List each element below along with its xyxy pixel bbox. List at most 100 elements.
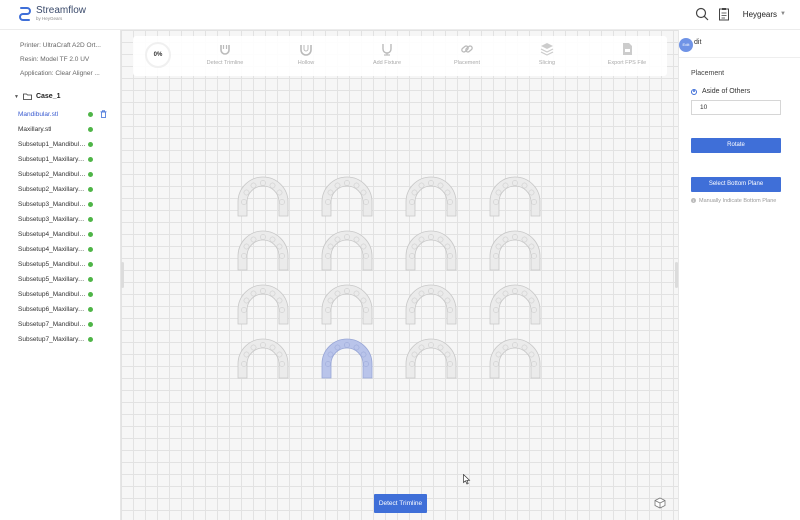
build-plate-viewport[interactable]: 0% Detect Trimline Hollow Add Fixture Pl…	[121, 30, 678, 520]
status-ok-icon	[88, 337, 93, 342]
print-info: Printer: UltraCraft A2D Ort... Resin: Mo…	[0, 30, 120, 82]
aligner-model[interactable]	[404, 172, 458, 220]
step-label: Add Fixture	[372, 60, 402, 66]
folder-icon	[23, 93, 32, 100]
step-label: Detect Trimline	[206, 60, 244, 66]
file-list-item[interactable]: Subsetup5_Maxillary.stl	[18, 274, 114, 289]
aligner-model[interactable]	[488, 334, 542, 382]
aligner-model[interactable]	[488, 280, 542, 328]
radio-selected-icon[interactable]	[691, 88, 697, 95]
step-hollow[interactable]: Hollow	[276, 42, 336, 66]
clipboard-icon[interactable]	[717, 7, 731, 21]
application-info: Application: Clear Aligner ...	[20, 70, 100, 77]
layers-icon	[540, 43, 554, 56]
search-icon[interactable]	[695, 7, 709, 21]
rotate-button[interactable]: Rotate	[691, 138, 781, 153]
aligner-model[interactable]	[320, 226, 374, 274]
distance-input[interactable]	[691, 100, 781, 115]
hint-text: Manually Indicate Bottom Plane	[699, 198, 777, 204]
progress-indicator: 0%	[145, 42, 171, 68]
file-name: Subsetup5_Mandibular...	[18, 261, 86, 268]
status-ok-icon	[88, 277, 93, 282]
file-name: Subsetup3_Maxillary.stl	[18, 216, 86, 223]
step-slicing[interactable]: Slicing	[517, 42, 577, 66]
aligner-model[interactable]	[404, 226, 458, 274]
file-list-item[interactable]: Subsetup1_Maxillary.stl	[18, 154, 114, 169]
logo-subtitle: by HeyGears	[36, 16, 63, 22]
status-ok-icon	[88, 322, 93, 327]
file-name: Subsetup1_Mandibular...	[18, 141, 86, 148]
detect-trimline-button[interactable]: Detect Trimline	[374, 494, 427, 513]
file-list-item[interactable]: Subsetup5_Mandibular...	[18, 259, 114, 274]
aligner-model[interactable]	[404, 334, 458, 382]
file-list-item[interactable]: Subsetup2_Mandibular...	[18, 169, 114, 184]
step-label: Export FPS File	[607, 60, 647, 66]
step-label: Slicing	[538, 60, 556, 66]
status-ok-icon	[88, 157, 93, 162]
aligner-model[interactable]	[404, 280, 458, 328]
file-list-item[interactable]: Subsetup4_Mandibular...	[18, 229, 114, 244]
status-ok-icon	[88, 232, 93, 237]
case-tree-node[interactable]: ▼ Case_1	[14, 93, 60, 100]
aligner-model[interactable]	[236, 280, 290, 328]
status-ok-icon	[88, 307, 93, 312]
status-ok-icon	[88, 217, 93, 222]
file-list-item[interactable]: Maxillary.stl	[18, 124, 114, 139]
aligner-model[interactable]	[488, 172, 542, 220]
status-ok-icon	[88, 292, 93, 297]
edit-badge[interactable]: Edit	[679, 38, 693, 52]
file-list-item[interactable]: Subsetup7_Mandibular...	[18, 319, 114, 334]
streamflow-logo-icon	[19, 7, 31, 21]
status-ok-icon	[88, 142, 93, 147]
file-name: Subsetup5_Maxillary.stl	[18, 276, 86, 283]
step-label: Hollow	[297, 60, 315, 66]
step-export-file[interactable]: Export FPS File	[597, 42, 657, 66]
file-list-item[interactable]: Subsetup3_Mandibular...	[18, 199, 114, 214]
edit-header: Edit dit	[679, 30, 800, 58]
chevron-down-icon[interactable]: ▼	[780, 11, 786, 17]
step-detect-trimline[interactable]: Detect Trimline	[195, 42, 255, 66]
aligner-model[interactable]	[236, 226, 290, 274]
file-name: Subsetup2_Mandibular...	[18, 171, 86, 178]
view-cube-icon[interactable]	[654, 497, 666, 509]
logo-title: Streamflow	[36, 5, 87, 17]
edit-panel: Edit dit Placement Aside of Others Rotat…	[678, 30, 800, 520]
file-list-item[interactable]: Subsetup2_Maxillary.stl	[18, 184, 114, 199]
file-list-item[interactable]: Subsetup3_Maxillary.stl	[18, 214, 114, 229]
aside-of-others-radio[interactable]: Aside of Others	[691, 88, 750, 95]
file-name: Subsetup4_Maxillary.stl	[18, 246, 86, 253]
aligner-model[interactable]	[320, 172, 374, 220]
file-list-item[interactable]: Mandibular.stl	[18, 109, 114, 124]
step-placement[interactable]: Placement	[437, 42, 497, 66]
user-menu[interactable]: Heygears	[743, 10, 777, 19]
left-collapse-handle[interactable]	[121, 262, 124, 288]
step-label: Placement	[454, 60, 480, 66]
file-name: Subsetup1_Maxillary.stl	[18, 156, 86, 163]
file-list-item[interactable]: Subsetup7_Maxillary.stl	[18, 334, 114, 349]
workflow-toolbar: 0% Detect Trimline Hollow Add Fixture Pl…	[133, 36, 667, 76]
case-name: Case_1	[35, 93, 61, 100]
aligner-model[interactable]	[320, 280, 374, 328]
step-add-fixture[interactable]: Add Fixture	[357, 42, 417, 66]
project-panel: Printer: UltraCraft A2D Ort... Resin: Mo…	[0, 30, 121, 520]
file-list-item[interactable]: Subsetup6_Mandibular...	[18, 289, 114, 304]
select-bottom-plane-button[interactable]: Select Bottom Plane	[691, 177, 781, 192]
trash-icon[interactable]	[100, 110, 107, 118]
caret-down-icon[interactable]: ▼	[14, 94, 19, 100]
file-name: Subsetup4_Mandibular...	[18, 231, 86, 238]
edit-title: dit	[694, 39, 702, 46]
file-list-item[interactable]: Subsetup6_Maxillary.stl	[18, 304, 114, 319]
status-ok-icon	[88, 187, 93, 192]
file-name: Subsetup7_Maxillary.stl	[18, 336, 86, 343]
aligner-model[interactable]	[236, 334, 290, 382]
status-ok-icon	[88, 127, 93, 132]
aligner-model[interactable]	[236, 172, 290, 220]
aligner-model[interactable]	[320, 334, 374, 382]
app-logo: Streamflow by HeyGears	[18, 6, 86, 22]
status-ok-icon	[88, 247, 93, 252]
aligner-model[interactable]	[488, 226, 542, 274]
file-list-item[interactable]: Subsetup4_Maxillary.stl	[18, 244, 114, 259]
status-ok-icon	[88, 112, 93, 117]
file-name: Subsetup6_Maxillary.stl	[18, 306, 86, 313]
file-list-item[interactable]: Subsetup1_Mandibular...	[18, 139, 114, 154]
